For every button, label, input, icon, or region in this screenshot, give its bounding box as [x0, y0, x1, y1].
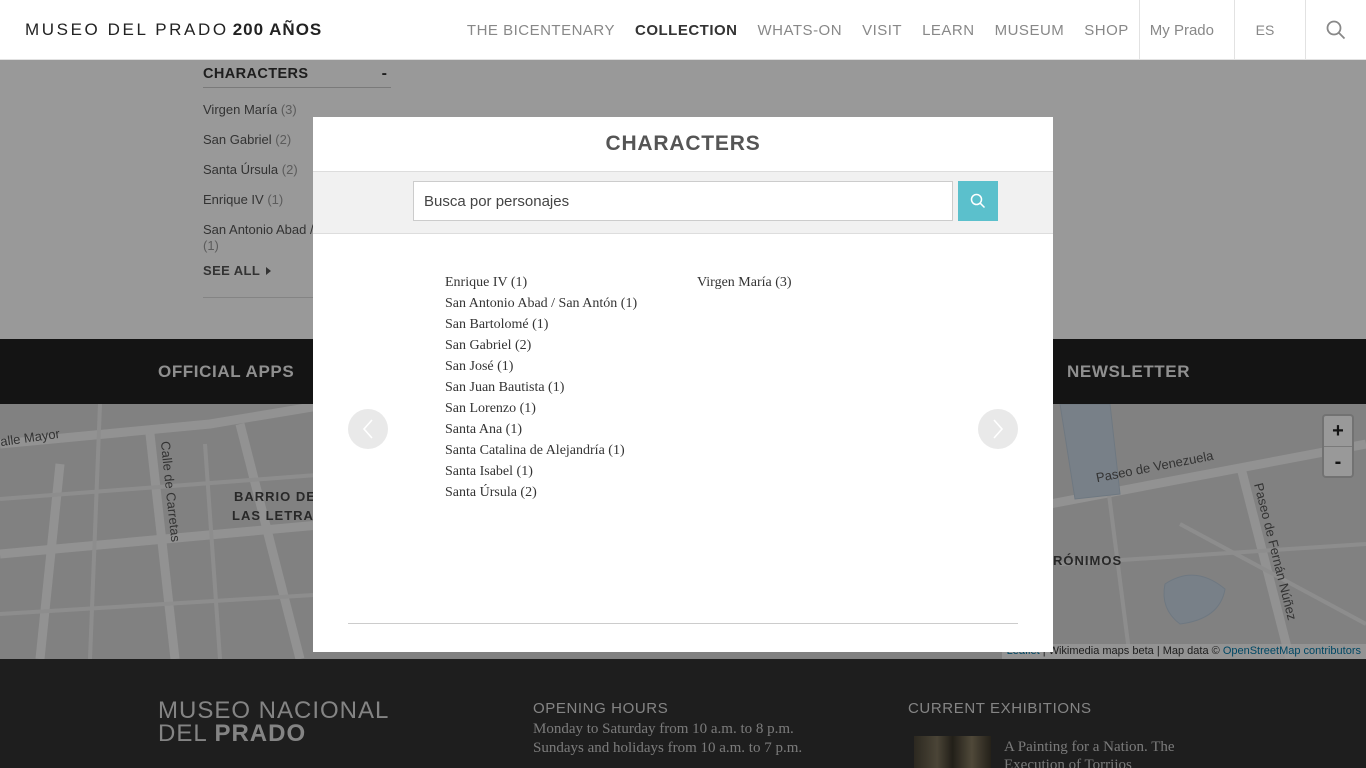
character-option[interactable]: San Lorenzo (1)	[445, 398, 637, 419]
character-list-column-1: Enrique IV (1) San Antonio Abad / San An…	[445, 272, 637, 503]
next-page-button[interactable]	[978, 409, 1018, 449]
character-list-column-2: Virgen María (3)	[697, 272, 792, 293]
character-option[interactable]: San Juan Bautista (1)	[445, 377, 637, 398]
main-nav: THE BICENTENARY COLLECTION WHATS-ON VISI…	[447, 0, 1366, 60]
modal-body: Enrique IV (1) San Antonio Abad / San An…	[313, 234, 1053, 624]
chevron-left-icon	[362, 419, 373, 439]
character-search-input[interactable]	[413, 181, 953, 221]
nav-item-whats-on[interactable]: WHATS-ON	[758, 22, 843, 39]
site-header: MUSEO DEL PRADO 200 AÑOS THE BICENTENARY …	[0, 0, 1366, 60]
chevron-right-icon	[993, 419, 1004, 439]
modal-search-bar	[313, 171, 1053, 234]
modal-title: CHARACTERS	[605, 132, 761, 155]
character-option[interactable]: Enrique IV (1)	[445, 272, 637, 293]
character-option[interactable]: Santa Ana (1)	[445, 419, 637, 440]
logo-bold-text: 200 AÑOS	[232, 20, 323, 39]
modal-divider	[348, 623, 1018, 624]
my-prado-link[interactable]: My Prado	[1140, 22, 1224, 39]
header-search-button[interactable]	[1306, 0, 1366, 60]
nav-item-shop[interactable]: SHOP	[1084, 22, 1129, 39]
character-option[interactable]: Santa Catalina de Alejandría (1)	[445, 440, 637, 461]
search-icon	[1326, 20, 1346, 40]
language-selector[interactable]: ES	[1235, 22, 1295, 38]
site-logo[interactable]: MUSEO DEL PRADO 200 AÑOS	[25, 20, 322, 40]
nav-item-museum[interactable]: MUSEUM	[995, 22, 1065, 39]
search-icon	[970, 193, 986, 209]
character-option[interactable]: San José (1)	[445, 356, 637, 377]
prev-page-button[interactable]	[348, 409, 388, 449]
character-option[interactable]: Santa Isabel (1)	[445, 461, 637, 482]
logo-main-text: MUSEO DEL PRADO	[25, 20, 229, 39]
character-option[interactable]: San Gabriel (2)	[445, 335, 637, 356]
characters-modal: CHARACTERS Enrique IV (1) San Antonio Ab…	[313, 117, 1053, 652]
character-option[interactable]: San Bartolomé (1)	[445, 314, 637, 335]
character-option[interactable]: San Antonio Abad / San Antón (1)	[445, 293, 637, 314]
character-option[interactable]: Santa Úrsula (2)	[445, 482, 637, 503]
nav-item-learn[interactable]: LEARN	[922, 22, 975, 39]
nav-item-bicentenary[interactable]: THE BICENTENARY	[467, 22, 615, 39]
nav-item-visit[interactable]: VISIT	[862, 22, 902, 39]
nav-item-collection[interactable]: COLLECTION	[635, 22, 738, 39]
character-search-button[interactable]	[958, 181, 998, 221]
character-option[interactable]: Virgen María (3)	[697, 272, 792, 293]
